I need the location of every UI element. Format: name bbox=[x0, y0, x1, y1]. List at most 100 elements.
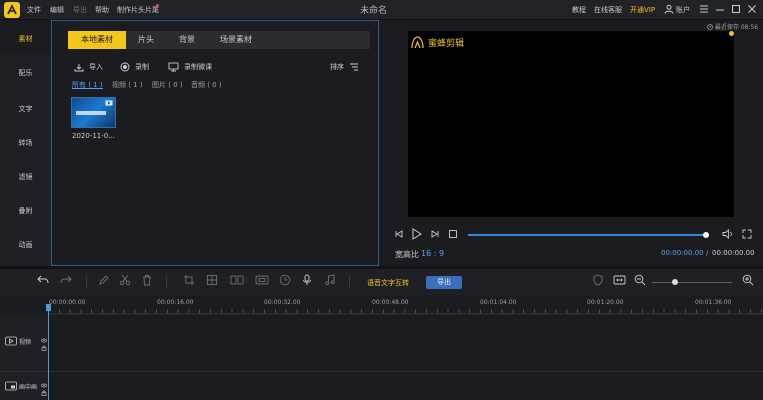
left-tab-bar: 素材 配乐 文字 转场 滤镜 叠附 动画 bbox=[0, 20, 51, 266]
tab-intro[interactable]: 片头 bbox=[126, 31, 166, 49]
export-button[interactable]: 导出 bbox=[426, 276, 462, 289]
account-link[interactable]: 账户 bbox=[676, 5, 690, 15]
record-button[interactable]: 录制 bbox=[120, 62, 149, 72]
preview-handle[interactable] bbox=[729, 31, 734, 36]
record-icon bbox=[120, 62, 130, 72]
left-tab-text[interactable]: 文字 bbox=[0, 104, 51, 114]
voice-text-convert-button[interactable]: 语音文字互转 bbox=[367, 278, 409, 288]
video-badge-icon bbox=[105, 100, 113, 106]
minimize-icon[interactable] bbox=[713, 2, 727, 16]
autosave-text: 最近保存 08:56 bbox=[714, 24, 759, 31]
tick-label: 00:01:36.00 bbox=[695, 299, 732, 306]
tick-label: 00:01:04.00 bbox=[480, 299, 517, 306]
autosave-status: 最近保存 08:56 bbox=[707, 22, 758, 31]
active-filter-underline bbox=[72, 88, 103, 89]
video-track-icon bbox=[5, 336, 17, 346]
record-lesson-button[interactable]: 录制微课 bbox=[168, 62, 212, 72]
media-thumbnail[interactable] bbox=[71, 97, 116, 128]
tab-scene-media[interactable]: 场景素材 bbox=[208, 31, 264, 49]
import-label: 导入 bbox=[89, 63, 103, 71]
open-vip-link[interactable]: 开通VIP bbox=[630, 5, 655, 15]
aspect-ratio-selector[interactable]: 16 : 9 bbox=[421, 249, 444, 258]
support-link[interactable]: 在线客服 bbox=[594, 5, 622, 15]
stop-icon[interactable] bbox=[448, 229, 458, 241]
zoom-slider[interactable] bbox=[652, 282, 732, 283]
menu-edit[interactable]: 编辑 bbox=[50, 5, 64, 15]
tick-label: 00:00:00.00 bbox=[49, 299, 86, 306]
user-icon[interactable] bbox=[664, 4, 674, 16]
media-tab-bar: 本地素材 片头 背景 场景素材 bbox=[68, 31, 370, 49]
edit-pen-icon[interactable] bbox=[98, 274, 110, 288]
watermark-text: 蜜蜂剪辑 bbox=[428, 39, 465, 49]
aspect-ratio-label: 宽高比 bbox=[395, 250, 419, 259]
sort-label: 排序 bbox=[330, 63, 344, 71]
menu-make-intro-outro[interactable]: 制作片头片尾 bbox=[117, 5, 159, 15]
play-icon[interactable] bbox=[411, 228, 423, 242]
filter-image[interactable]: 图片 ( 0 ) bbox=[152, 80, 183, 90]
track-label-video: 视频 bbox=[19, 338, 32, 346]
next-frame-icon[interactable] bbox=[430, 229, 440, 241]
shield-icon[interactable] bbox=[592, 274, 604, 288]
tab-background[interactable]: 背景 bbox=[166, 31, 208, 49]
left-tab-media[interactable]: 素材 bbox=[0, 20, 51, 54]
sort-icon bbox=[350, 63, 358, 71]
music-note-icon[interactable] bbox=[324, 274, 336, 288]
left-tab-animation[interactable]: 动画 bbox=[0, 240, 51, 250]
window-title: 未命名 bbox=[360, 6, 388, 16]
media-panel bbox=[51, 20, 379, 266]
fit-timeline-icon[interactable] bbox=[613, 274, 626, 288]
speed-clock-icon[interactable] bbox=[279, 274, 291, 288]
undo-icon[interactable] bbox=[37, 274, 49, 288]
delete-icon[interactable] bbox=[141, 274, 153, 288]
left-tab-music[interactable]: 配乐 bbox=[0, 68, 51, 78]
menu-help[interactable]: 帮助 bbox=[95, 5, 109, 15]
app-logo-icon bbox=[4, 2, 20, 18]
tab-local-media[interactable]: 本地素材 bbox=[68, 31, 126, 49]
left-tab-filter[interactable]: 滤镜 bbox=[0, 172, 51, 182]
fullscreen-icon[interactable] bbox=[742, 229, 752, 241]
track-lock-icon[interactable] bbox=[41, 345, 47, 353]
zoom-slider-knob[interactable] bbox=[672, 279, 678, 285]
mosaic-icon[interactable] bbox=[206, 274, 218, 288]
maximize-icon[interactable] bbox=[729, 2, 743, 16]
filter-audio[interactable]: 音频 ( 0 ) bbox=[191, 80, 222, 90]
track-visibility-icon[interactable] bbox=[41, 337, 47, 345]
menu-export[interactable]: 导出 bbox=[73, 5, 87, 15]
watermark: 蜜蜂剪辑 bbox=[410, 36, 464, 49]
import-button[interactable]: 导入 bbox=[74, 62, 103, 72]
playhead[interactable] bbox=[48, 304, 49, 400]
settings-icon[interactable] bbox=[697, 2, 711, 16]
pip-track-icon bbox=[5, 381, 17, 391]
microphone-icon[interactable] bbox=[301, 274, 313, 288]
toolbar-separator bbox=[86, 276, 87, 288]
zoom-out-icon[interactable] bbox=[634, 274, 646, 288]
filter-video[interactable]: 视频 ( 1 ) bbox=[112, 80, 143, 90]
tick-label: 00:00:16.00 bbox=[157, 299, 194, 306]
zoom-in-icon[interactable] bbox=[742, 274, 754, 288]
playback-progress[interactable] bbox=[468, 234, 706, 236]
new-badge-dot bbox=[156, 4, 159, 7]
sort-button[interactable]: 排序 bbox=[330, 62, 359, 72]
track-lock-icon[interactable] bbox=[41, 390, 47, 398]
track-area[interactable] bbox=[48, 315, 763, 400]
close-icon[interactable] bbox=[745, 2, 759, 16]
tick-label: 00:00:32.00 bbox=[264, 299, 301, 306]
crop-icon[interactable] bbox=[183, 274, 195, 288]
tutorial-link[interactable]: 教程 bbox=[572, 5, 586, 15]
menu-file[interactable]: 文件 bbox=[27, 5, 41, 15]
scissors-icon[interactable] bbox=[119, 274, 131, 288]
playback-progress-knob[interactable] bbox=[703, 232, 709, 238]
volume-icon[interactable] bbox=[722, 229, 734, 241]
preview-screen bbox=[408, 31, 734, 217]
freeze-frame-icon[interactable] bbox=[255, 274, 269, 288]
total-time: 00:00:00.00 bbox=[712, 249, 755, 257]
record-lesson-label: 录制微课 bbox=[184, 63, 212, 71]
left-tab-overlay[interactable]: 叠附 bbox=[0, 206, 51, 216]
track-visibility-icon[interactable] bbox=[41, 382, 47, 390]
prev-frame-icon[interactable] bbox=[394, 229, 404, 241]
tick-label: 00:00:48.00 bbox=[372, 299, 409, 306]
left-tab-transition[interactable]: 转场 bbox=[0, 138, 51, 148]
redo-icon[interactable] bbox=[60, 274, 72, 288]
split-screen-icon[interactable] bbox=[230, 274, 244, 288]
thumbnail-banner bbox=[76, 111, 106, 115]
